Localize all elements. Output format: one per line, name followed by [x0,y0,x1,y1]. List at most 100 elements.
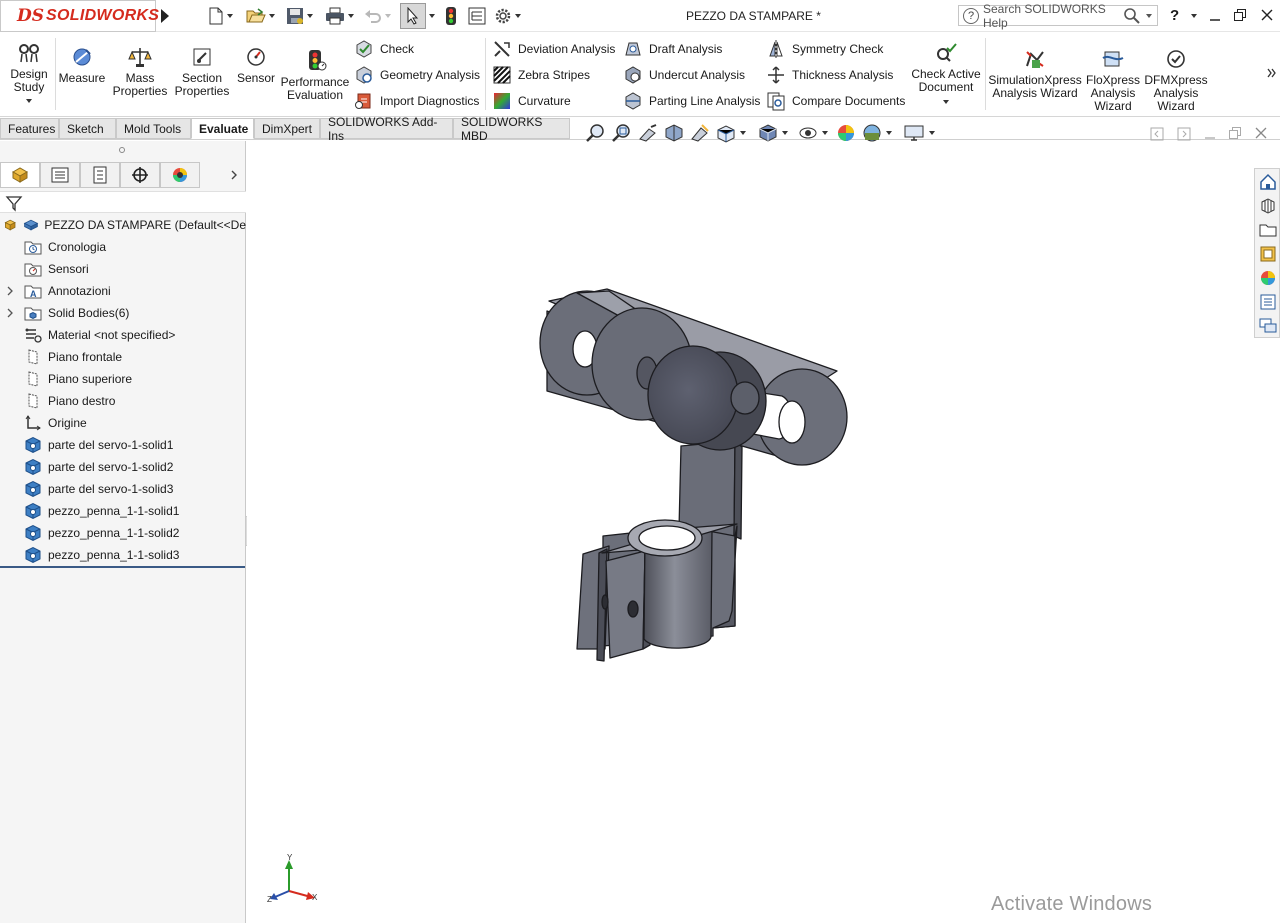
mass-properties-button[interactable]: Mass Properties [112,46,168,98]
search-icon[interactable] [1123,7,1141,25]
solidworks-logo[interactable]: DS SOLIDWORKS [0,0,159,32]
tree-root-part[interactable]: PEZZO DA STAMPARE (Default<<De [0,214,246,236]
symmetry-check-button[interactable]: Symmetry Check [766,38,883,60]
view-orientation-icon[interactable] [715,123,737,143]
simulationxpress-button[interactable]: SimulationXpress Analysis Wizard [988,48,1082,100]
menu-flyout-arrow-icon[interactable] [158,6,172,26]
chevron-down-icon[interactable] [428,12,436,20]
file-explorer-tab[interactable] [1257,219,1278,240]
model-3d-view[interactable] [247,141,1253,923]
document-close-icon[interactable] [1254,126,1268,140]
tab-solidworks-add-ins[interactable]: SOLIDWORKS Add-Ins [320,115,453,143]
floxpress-button[interactable]: FloXpress Analysis Wizard [1086,48,1140,113]
draft-analysis-button[interactable]: Draft Analysis [623,38,722,60]
zoom-to-fit-icon[interactable] [585,123,607,143]
chevron-down-icon[interactable] [928,129,936,137]
property-manager-tab[interactable] [40,162,80,188]
tree-item[interactable]: Piano destro [0,390,246,412]
tab-dimxpert[interactable]: DimXpert [254,118,320,139]
graphics-area[interactable]: Y X Z [247,141,1253,923]
tab-solidworks-mbd[interactable]: SOLIDWORKS MBD [453,115,570,143]
display-manager-tab[interactable] [160,162,200,188]
tree-item[interactable]: pezzo_penna_1-1-solid3 [0,544,246,566]
thickness-analysis-button[interactable]: Thickness Analysis [766,64,893,86]
measure-button[interactable]: Measure [58,46,106,85]
tree-filter-row[interactable] [0,191,246,213]
tree-item[interactable]: pezzo_penna_1-1-solid1 [0,500,246,522]
deviation-analysis-button[interactable]: Deviation Analysis [492,38,615,60]
design-library-tab[interactable] [1257,195,1278,216]
tree-item[interactable]: Piano superiore [0,368,246,390]
tree-item[interactable]: A Annotazioni [0,280,246,302]
chevron-down-icon[interactable] [739,129,747,137]
expand-arrow-icon[interactable] [5,308,15,318]
sensor-button[interactable]: Sensor [234,46,278,85]
tab-mold-tools[interactable]: Mold Tools [116,118,191,139]
panel-tabs-more-chevron-icon[interactable] [229,169,239,181]
forum-tab[interactable] [1257,315,1278,336]
design-study-button[interactable]: Design Study [6,40,52,105]
curvature-button[interactable]: Curvature [492,90,571,112]
search-input[interactable]: Search SOLIDWORKS Help [983,2,1123,30]
options-button[interactable] [494,6,522,26]
panel-grip-icon[interactable] [118,146,126,154]
undo-button[interactable] [364,6,392,26]
parting-line-analysis-button[interactable]: Parting Line Analysis [623,90,760,112]
filter-funnel-icon[interactable] [5,194,23,212]
document-nav-right-icon[interactable] [1177,127,1191,141]
rebuild-button[interactable] [444,6,458,26]
chevron-down-icon[interactable] [1145,12,1153,20]
tab-sketch[interactable]: Sketch [59,118,116,139]
select-button[interactable] [400,3,426,29]
tree-item[interactable]: parte del servo-1-solid2 [0,456,246,478]
display-style-icon[interactable] [757,123,779,143]
expand-arrow-icon[interactable] [5,286,15,296]
help-search-box[interactable]: ? Search SOLIDWORKS Help [958,2,1158,30]
section-properties-button[interactable]: Section Properties [172,46,232,98]
document-restore-icon[interactable] [1228,126,1242,140]
chevron-down-icon[interactable] [25,97,33,105]
tree-item[interactable]: Solid Bodies(6) [0,302,246,324]
apply-scene-icon[interactable] [861,122,883,144]
tree-item[interactable]: Origine [0,412,246,434]
document-minimize-icon[interactable] [1203,127,1217,141]
hide-show-items-icon[interactable] [797,123,819,143]
dimxpert-manager-tab[interactable] [120,162,160,188]
tree-item[interactable]: Material <not specified> [0,324,246,346]
ribbon-overflow-chevron-icon[interactable] [1266,66,1278,80]
chevron-down-icon[interactable] [781,129,789,137]
rollback-bar[interactable] [0,566,245,568]
import-diagnostics-button[interactable]: Import Diagnostics [354,90,479,112]
chevron-down-icon[interactable] [885,129,893,137]
help-button[interactable]: ? [1170,7,1179,24]
save-button[interactable] [286,6,314,26]
chevron-down-icon[interactable] [821,129,829,137]
file-properties-button[interactable] [468,6,486,26]
feature-manager-tab[interactable] [0,162,40,188]
check-button[interactable]: Check [354,38,414,60]
print-button[interactable] [325,6,355,26]
tree-item[interactable]: parte del servo-1-solid3 [0,478,246,500]
compare-documents-button[interactable]: Compare Documents [766,90,905,112]
zoom-to-area-icon[interactable] [611,123,633,143]
dfmxpress-button[interactable]: DFMXpress Analysis Wizard [1144,48,1208,113]
tree-item[interactable]: Sensori [0,258,246,280]
tree-item[interactable]: parte del servo-1-solid1 [0,434,246,456]
view-palette-tab[interactable] [1257,243,1278,264]
previous-view-icon[interactable] [637,123,659,143]
tree-item[interactable]: Piano frontale [0,346,246,368]
tree-item[interactable]: Cronologia [0,236,246,258]
view-settings-monitor-icon[interactable] [903,123,925,143]
edit-appearance-icon[interactable] [835,122,857,144]
document-nav-left-icon[interactable] [1150,127,1164,141]
zebra-stripes-button[interactable]: Zebra Stripes [492,64,590,86]
open-document-button[interactable] [246,6,276,26]
close-icon[interactable] [1260,8,1274,22]
tab-features[interactable]: Features [0,118,59,139]
appearances-scenes-tab[interactable] [1257,267,1278,288]
minimize-icon[interactable] [1208,9,1222,23]
check-active-document-button[interactable]: Check Active Document [910,42,982,106]
tree-item[interactable]: pezzo_penna_1-1-solid2 [0,522,246,544]
undercut-analysis-button[interactable]: Undercut Analysis [623,64,745,86]
performance-evaluation-button[interactable]: Performance Evaluation [280,48,350,102]
